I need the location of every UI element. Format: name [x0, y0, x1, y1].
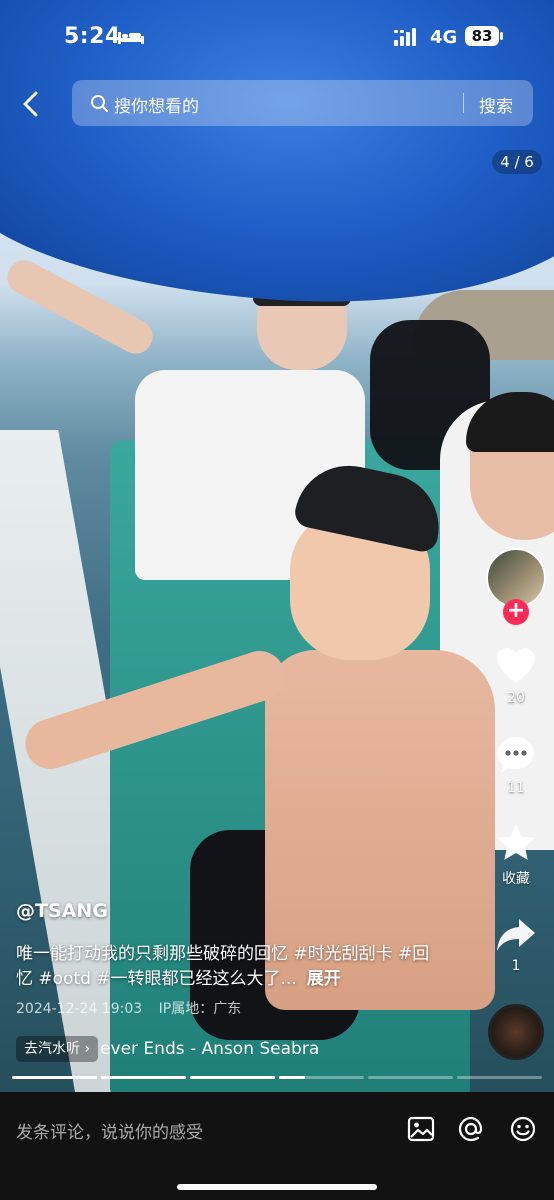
- sleep-focus-icon: [118, 32, 144, 44]
- post-location: IP属地：广东: [158, 1001, 242, 1017]
- network-type: 4G: [430, 27, 458, 48]
- like-button[interactable]: 20: [486, 646, 546, 706]
- home-indicator: [177, 1184, 377, 1190]
- search-bar[interactable]: 搜你想看的 搜索: [72, 80, 533, 126]
- search-divider: [463, 93, 464, 113]
- expand-button[interactable]: 展开: [307, 969, 341, 989]
- progress-fill: [12, 1076, 97, 1079]
- battery-tip: [500, 32, 503, 40]
- progress-segment: [101, 1076, 186, 1079]
- post-meta: 2024-12-24 19:03 IP属地：广东: [16, 998, 253, 1018]
- music-title[interactable]: ever Ends - Anson Seabra: [100, 1039, 328, 1059]
- progress-segment: [279, 1076, 364, 1079]
- music-row[interactable]: 去汽水听 › ever Ends - Anson Seabra: [16, 1036, 328, 1062]
- search-button[interactable]: 搜索: [479, 92, 513, 117]
- comment-count: 11: [507, 780, 525, 796]
- battery-level: 83: [465, 26, 499, 46]
- post-date: 2024-12-24 19:03: [16, 1001, 143, 1017]
- chevron-right-icon: ›: [84, 1041, 91, 1057]
- music-disc[interactable]: [488, 1004, 544, 1060]
- share-icon: [497, 919, 535, 951]
- image-icon[interactable]: [406, 1114, 436, 1144]
- image-page-indicator: 4 / 6: [492, 150, 542, 174]
- photo-content[interactable]: [0, 0, 554, 1092]
- person-selfie: [18, 455, 495, 1090]
- comment-bar: 发条评论，说说你的感受: [0, 1092, 554, 1200]
- music-chip-label: 去汽水听: [24, 1041, 80, 1057]
- progress-fill: [101, 1076, 186, 1079]
- screen: 5:24 4G 83 搜你想看的 搜索 4 / 6 + 20 11 收藏 1 @…: [0, 0, 554, 1200]
- follow-button[interactable]: +: [503, 599, 529, 625]
- search-placeholder[interactable]: 搜你想看的: [114, 92, 199, 117]
- progress-segment: [457, 1076, 542, 1079]
- progress-segment: [12, 1076, 97, 1079]
- at-icon[interactable]: [456, 1114, 486, 1144]
- progress-fill: [190, 1076, 275, 1079]
- star-icon: [497, 824, 535, 860]
- author-name[interactable]: @TSANG: [16, 900, 108, 922]
- progress-segment: [190, 1076, 275, 1079]
- like-count: 20: [507, 690, 525, 706]
- comment-button[interactable]: 11: [486, 734, 546, 796]
- favorite-label: 收藏: [502, 871, 530, 887]
- share-count: 1: [511, 958, 521, 974]
- signal-icon: [394, 28, 416, 46]
- heart-icon: [497, 648, 535, 683]
- status-bar: 5:24 4G 83: [0, 0, 554, 72]
- progress-fill: [279, 1076, 305, 1079]
- favorite-button[interactable]: 收藏: [486, 822, 546, 888]
- comment-input[interactable]: 发条评论，说说你的感受: [16, 1118, 203, 1143]
- comment-icon: [498, 737, 534, 773]
- open-in-music-app-chip[interactable]: 去汽水听 ›: [16, 1036, 99, 1062]
- emoji-icon[interactable]: [508, 1114, 538, 1144]
- post-caption[interactable]: 唯一能打动我的只剩那些破碎的回忆 #时光刮刮卡 #回忆 #ootd #一转眼都已…: [16, 942, 436, 992]
- image-progress-bar: [12, 1076, 542, 1079]
- share-button[interactable]: 1: [486, 916, 546, 974]
- search-icon: [91, 95, 108, 112]
- progress-segment: [368, 1076, 453, 1079]
- caption-text: 唯一能打动我的只剩那些破碎的回忆 #时光刮刮卡 #回忆 #ootd #一转眼都已…: [16, 944, 430, 989]
- back-icon[interactable]: [18, 90, 44, 118]
- status-time: 5:24: [64, 24, 121, 49]
